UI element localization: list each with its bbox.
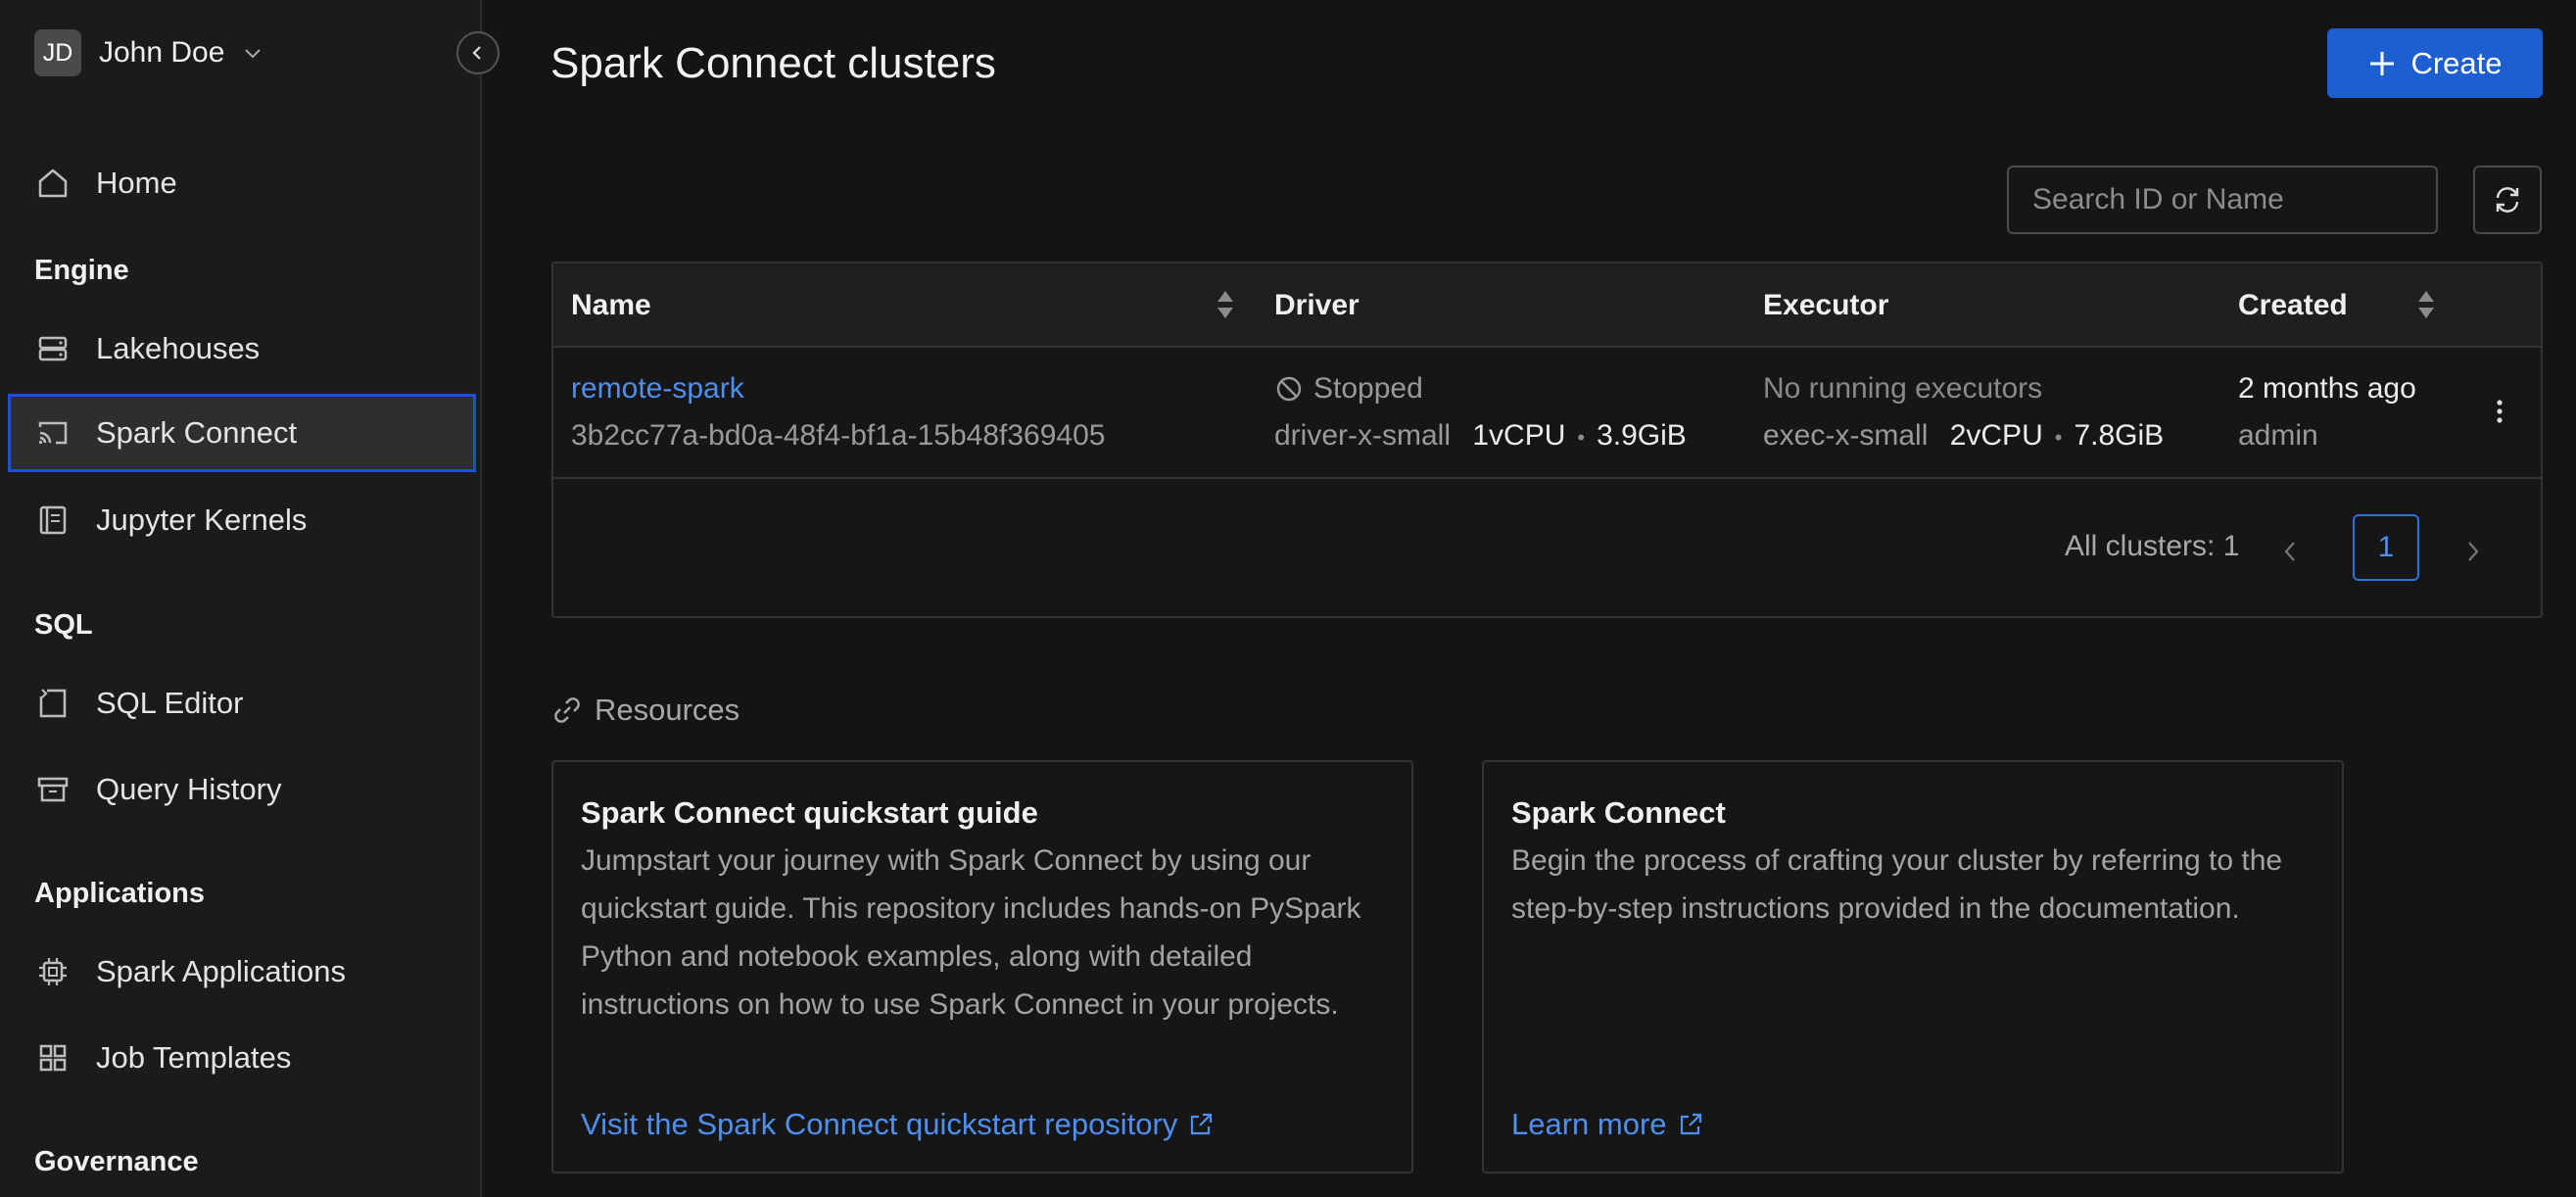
user-menu[interactable]: JD John Doe [34,29,263,76]
sort-icon[interactable] [2414,287,2438,322]
learn-more-link[interactable]: Learn more [1511,1107,1704,1142]
table-row: remote-spark 3b2cc77a-bd0a-48f4-bf1a-15b… [553,348,2541,479]
more-vertical-icon[interactable] [2494,397,2505,426]
driver-spec: driver-x-small 1vCPU • 3.9GiB [1274,419,1687,452]
section-label-sql: SQL [34,609,93,641]
cluster-id: 3b2cc77a-bd0a-48f4-bf1a-15b48f369405 [571,419,1106,452]
sidebar-item-spark-connect[interactable]: Spark Connect [8,394,476,472]
sidebar-item-label: Spark Applications [96,954,347,988]
chevron-down-icon [242,42,263,64]
section-label-engine: Engine [34,255,129,286]
plus-icon [2367,49,2397,78]
link-icon [551,694,583,726]
created-by: admin [2238,419,2318,452]
sidebar-item-lakehouses[interactable]: Lakehouses [8,310,476,388]
sidebar-item-label: Spark Connect [96,415,298,450]
external-link-icon [1677,1111,1704,1138]
cluster-name-link[interactable]: remote-spark [571,372,744,406]
sidebar-item-label: Jupyter Kernels [96,503,308,537]
chevron-left-icon[interactable] [2280,539,2300,564]
column-header-executor: Executor [1763,289,1889,321]
sort-icon[interactable] [1214,287,1237,322]
driver-size: driver-x-small [1274,419,1451,452]
archive-icon [35,772,71,807]
column-header-driver: Driver [1274,289,1360,321]
refresh-button[interactable] [2473,166,2542,234]
executor-mem: 7.8GiB [2074,419,2165,452]
driver-mem: 3.9GiB [1597,419,1687,452]
avatar: JD [34,29,81,76]
sidebar-item-job-templates[interactable]: Job Templates [8,1019,476,1097]
refresh-icon [2491,183,2524,216]
sidebar-item-query-history[interactable]: Query History [8,750,476,829]
column-header-name[interactable]: Name [571,289,651,322]
clusters-table: Name Driver Executor Created remote-spar… [551,262,2543,618]
collapse-sidebar-button[interactable] [456,31,500,74]
sidebar-item-sql-editor[interactable]: SQL Editor [8,664,476,742]
section-label-applications: Applications [34,878,206,909]
stopped-icon [1274,374,1304,404]
driver-cpu: 1vCPU [1472,419,1566,452]
sidebar-item-label: Query History [96,772,282,806]
sidebar-item-label: Home [96,166,177,200]
card-description: Jumpstart your journey with Spark Connec… [581,844,1361,1021]
card-link-label: Learn more [1511,1107,1667,1141]
cast-icon [35,415,71,451]
server-icon [35,331,71,366]
sidebar-item-home[interactable]: Home [8,144,476,222]
sidebar-item-label: Job Templates [96,1040,292,1075]
resource-card-spark-connect: Spark Connect Begin the process of craft… [1482,760,2344,1173]
chip-icon [35,954,71,989]
sidebar-item-label: Lakehouses [96,331,261,365]
card-title: Spark Connect quickstart guide [581,795,1038,830]
created-time: 2 months ago [2238,372,2416,405]
sidebar: JD John Doe Home Engine Lakehouses Spark… [0,0,482,1197]
sidebar-item-spark-applications[interactable]: Spark Applications [8,933,476,1011]
resources-heading: Resources [551,693,739,728]
sidebar-item-jupyter-kernels[interactable]: Jupyter Kernels [8,481,476,559]
create-button[interactable]: Create [2327,28,2543,98]
executor-cpu: 2vCPU [1949,419,2043,452]
table-header: Name Driver Executor Created [553,263,2541,348]
pagination-page-1[interactable]: 1 [2353,514,2419,581]
search-input[interactable] [2007,166,2438,234]
driver-status-label: Stopped [1313,372,1423,405]
user-name: John Doe [99,36,225,69]
executor-status: No running executors [1763,372,2043,405]
quickstart-repository-link[interactable]: Visit the Spark Connect quickstart repos… [581,1107,1215,1142]
column-header-created[interactable]: Created [2238,289,2348,322]
executor-spec: exec-x-small 2vCPU • 7.8GiB [1763,419,2165,452]
pagination-total: All clusters: 1 [2065,530,2240,562]
sidebar-item-label: SQL Editor [96,686,244,720]
card-description: Begin the process of crafting your clust… [1511,844,2283,925]
resources-label: Resources [595,693,740,727]
grid-icon [35,1040,71,1076]
card-link-label: Visit the Spark Connect quickstart repos… [581,1107,1178,1141]
code-file-icon [35,686,71,721]
driver-status: Stopped [1274,372,1423,406]
page-title: Spark Connect clusters [550,39,996,87]
resource-card-quickstart: Spark Connect quickstart guide Jumpstart… [551,760,1413,1173]
section-label-governance: Governance [34,1146,199,1177]
home-icon [35,166,71,201]
executor-size: exec-x-small [1763,419,1929,452]
external-link-icon [1187,1111,1215,1138]
notebook-icon [35,503,71,538]
create-button-label: Create [2410,45,2503,80]
chevron-left-icon [468,43,488,63]
card-title: Spark Connect [1511,795,1726,830]
chevron-right-icon[interactable] [2463,539,2483,564]
